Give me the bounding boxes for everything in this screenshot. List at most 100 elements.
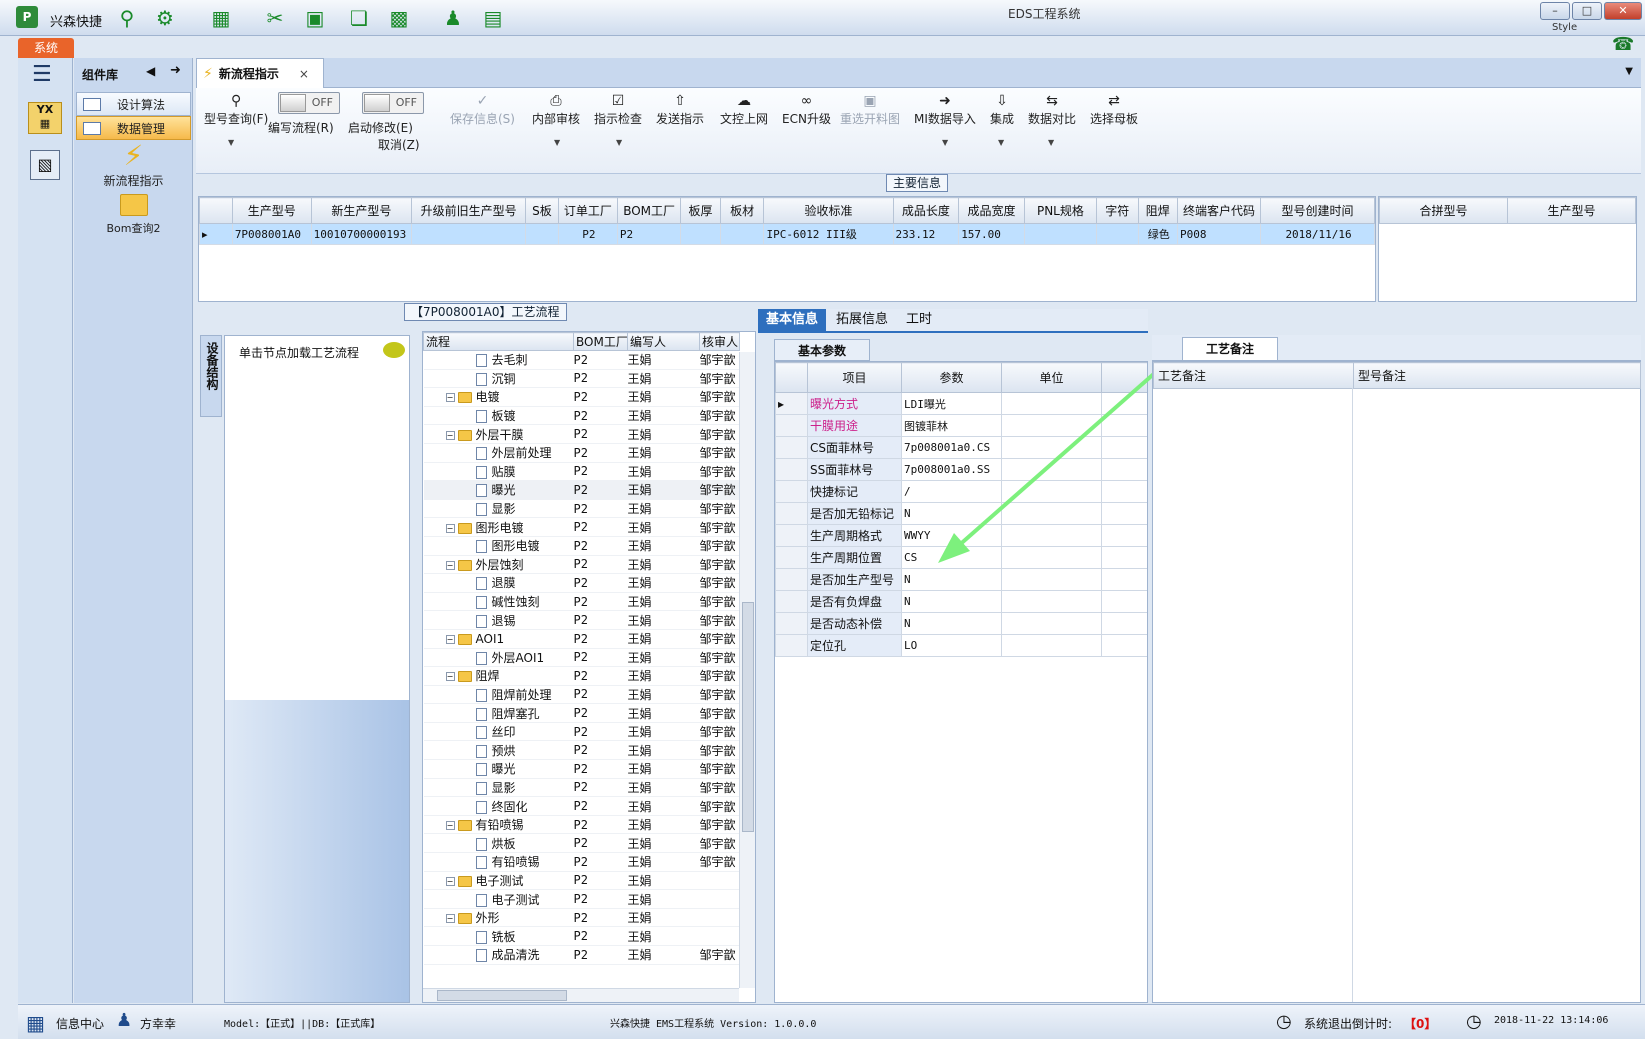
table-cell[interactable]: 10010700000193 [310, 223, 413, 245]
flow-tree-row[interactable]: 退锡 P2 王娟 邹宇歆 [423, 610, 740, 630]
model-query-button[interactable]: ⚲ 型号查询(F) [204, 92, 268, 127]
flow-node[interactable]: 预烘 [423, 740, 574, 761]
table-cell[interactable]: 233.12 [892, 223, 960, 245]
flow-node[interactable]: 曝光 [423, 759, 574, 779]
process-notes-textarea[interactable] [1153, 388, 1353, 1002]
flow-tree-row[interactable]: 显影 P2 王娟 邹宇歆 [423, 499, 740, 519]
flow-tree-row[interactable]: − 图形电镀 P2 王娟 邹宇歆 [423, 517, 740, 537]
table-cell[interactable] [680, 223, 721, 245]
data-compare-button[interactable]: ⇆ 数据对比 [1028, 92, 1076, 127]
vertical-scrollbar[interactable] [739, 352, 755, 988]
flow-tree-row[interactable]: 电子测试 P2 王娟 [423, 889, 740, 909]
column-header[interactable]: 验收标准 [763, 197, 894, 224]
flow-tree-row[interactable]: − 电子测试 P2 王娟 [423, 871, 740, 891]
calculator-icon[interactable]: ▧ [30, 150, 60, 180]
cut-icon[interactable]: ✂ [262, 6, 288, 30]
flow-tree-row[interactable]: 沉铜 P2 王娟 邹宇歆 [423, 369, 740, 389]
windows-icon[interactable]: ▦ [26, 1011, 45, 1035]
dropdown-arrow-icon[interactable]: ▼ [942, 138, 948, 147]
param-row[interactable]: 定位孔 LO [775, 634, 1147, 657]
table-icon[interactable]: ▩ [386, 6, 412, 30]
table-cell[interactable] [411, 223, 526, 245]
flow-node[interactable]: 铣板 [423, 926, 574, 946]
param-row[interactable]: 是否有负焊盘 N [775, 590, 1147, 613]
flow-node[interactable]: 丝印 [423, 722, 574, 742]
collapse-icon[interactable]: − [445, 876, 455, 886]
column-header[interactable]: BOM工厂 [573, 332, 628, 351]
launcher-bom-query[interactable]: Bom查询2 [76, 194, 191, 236]
flow-node[interactable]: 退锡 [423, 610, 574, 630]
flow-node[interactable]: 显影 [423, 778, 574, 798]
table-cell[interactable]: 7P008001A0 [231, 223, 312, 245]
column-header[interactable]: 新生产型号 [310, 197, 413, 224]
table-cell[interactable]: IPC-6012 III级 [763, 223, 894, 245]
model-notes-textarea[interactable] [1354, 388, 1640, 1002]
scroll-thumb[interactable] [437, 990, 567, 1001]
collapse-icon[interactable]: − [445, 672, 455, 682]
collapse-icon[interactable]: − [445, 560, 455, 570]
row-selector[interactable] [775, 568, 808, 591]
collapse-icon[interactable]: − [445, 634, 455, 644]
flow-node[interactable]: 贴膜 [423, 462, 574, 482]
table-cell[interactable]: 绿色 [1137, 223, 1178, 245]
flow-tree-row[interactable]: − 阻焊 P2 王娟 邹宇歆 [423, 666, 740, 686]
flow-node[interactable]: 阻焊前处理 [423, 685, 574, 705]
table-cell[interactable] [719, 223, 765, 245]
cancel-button[interactable]: 取消(Z) [378, 136, 420, 153]
user-icon[interactable]: ♟ [440, 6, 466, 30]
style-label[interactable]: Style [1552, 22, 1577, 33]
column-header[interactable]: 成品长度 [892, 197, 960, 224]
close-tab-icon[interactable]: × [299, 67, 309, 81]
internal-review-button[interactable]: ⎙ 内部审核 [532, 92, 580, 127]
film-icon[interactable]: ▣ [302, 6, 328, 30]
row-selector[interactable] [775, 612, 808, 635]
row-selector-header[interactable] [199, 197, 233, 224]
reselect-drawing-button[interactable]: ▣ 重选开料图 [840, 92, 900, 127]
column-header[interactable]: 核审人 [699, 332, 740, 351]
flow-node[interactable]: 沉铜 [423, 369, 574, 389]
flow-node[interactable]: 烘板 [423, 833, 574, 854]
table-cell[interactable] [1023, 223, 1098, 245]
table-cell[interactable] [1096, 223, 1139, 245]
document-icon[interactable]: ❏ [346, 6, 372, 30]
flow-tree-row[interactable]: 阻焊塞孔 P2 王娟 邹宇歆 [423, 703, 740, 723]
chevron-down-icon[interactable]: ▼ [1625, 66, 1633, 77]
flow-tree-row[interactable]: 图形电镀 P2 王娟 邹宇歆 [423, 536, 740, 556]
dropdown-arrow-icon[interactable]: ▼ [616, 138, 622, 147]
flow-node[interactable]: − 有铅喷锡 [423, 815, 574, 835]
phone-icon[interactable]: ☎ [1612, 34, 1634, 55]
flow-node[interactable]: − AOI1 [423, 629, 574, 649]
column-header[interactable]: 流程 [423, 332, 574, 351]
save-info-button[interactable]: ✓ 保存信息(S) [450, 92, 515, 127]
scroll-thumb[interactable] [742, 602, 754, 832]
send-instruction-button[interactable]: ⇧ 发送指示 [656, 92, 704, 127]
collapse-icon[interactable]: − [445, 430, 455, 440]
flow-node[interactable]: 电子测试 [423, 889, 574, 909]
column-header[interactable]: 订单工厂 [557, 197, 618, 224]
param-row[interactable]: 是否加生产型号 N [775, 568, 1147, 591]
nav-item-design-algorithm[interactable]: 设计算法 [76, 92, 191, 116]
column-header[interactable]: BOM工厂 [616, 197, 682, 224]
horizontal-scrollbar[interactable] [423, 988, 739, 1002]
edit-flow-toggle[interactable]: OFF [278, 92, 340, 114]
flow-node[interactable]: 显影 [423, 499, 574, 519]
flow-tree-row[interactable]: 显影 P2 王娟 邹宇歆 [423, 778, 740, 798]
select-master-button[interactable]: ⇄ 选择母板 [1090, 92, 1138, 127]
flow-node[interactable]: 终固化 [423, 796, 574, 816]
flow-tree-row[interactable]: 碱性蚀刻 P2 王娟 邹宇歆 [423, 592, 740, 612]
collapse-icon[interactable]: − [445, 523, 455, 533]
table-cell[interactable]: 2018/11/16 [1260, 223, 1375, 245]
search-icon[interactable]: ⚲ [114, 6, 140, 30]
tab-process-notes[interactable]: 工艺备注 [1182, 337, 1278, 361]
flow-node[interactable]: − 外层干膜 [423, 424, 574, 444]
nav-item-data-management[interactable]: 数据管理 [76, 116, 191, 140]
flow-node[interactable]: 有铅喷锡 [423, 852, 574, 872]
column-header[interactable]: 终端客户代码 [1176, 197, 1262, 224]
flow-tree-row[interactable]: − AOI1 P2 王娟 邹宇歆 [423, 629, 740, 649]
flow-tree-row[interactable]: 成品清洗 P2 王娟 邹宇歆 [423, 945, 740, 965]
equipment-structure-tab[interactable]: 设备结构 [200, 335, 222, 417]
dropdown-arrow-icon[interactable]: ▼ [554, 138, 560, 147]
param-unit-cell[interactable] [1001, 568, 1102, 591]
flow-node[interactable]: − 图形电镀 [423, 517, 574, 537]
flow-node[interactable]: − 电镀 [423, 387, 574, 407]
